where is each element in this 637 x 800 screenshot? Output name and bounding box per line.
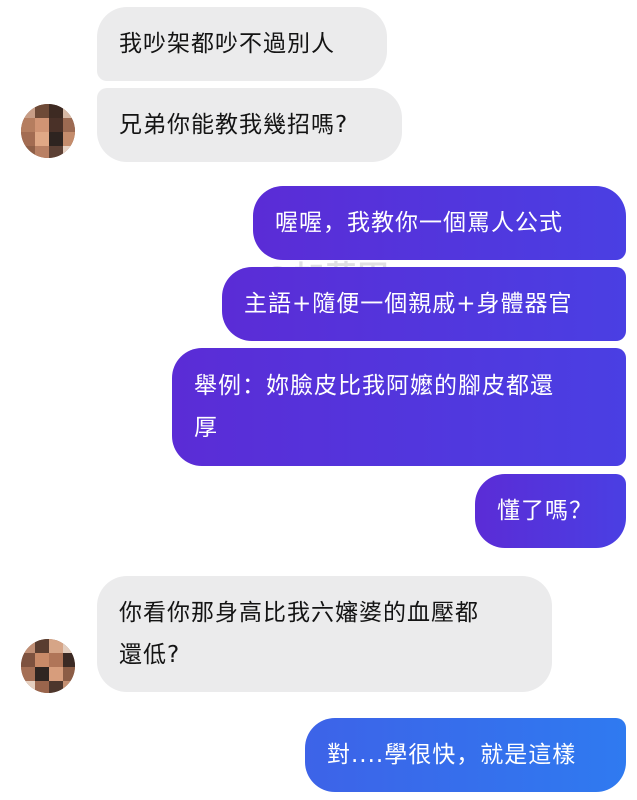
message-text-line: 厚 [194, 415, 218, 441]
message-text: 主語+隨便一個親戚+身體器官 [244, 291, 573, 317]
message-bubble-incoming: 你看你那身高比我六嬸婆的血壓都 還低? [97, 576, 552, 692]
contact-avatar-icon[interactable] [21, 639, 75, 693]
message-text: 對....學很快，就是這樣 [327, 742, 577, 768]
message-text: 喔喔，我教你一個罵人公式 [275, 210, 563, 236]
message-text-line: 你看你那身高比我六嬸婆的血壓都 [119, 600, 479, 626]
message-text-line: 還低? [119, 642, 181, 668]
message-bubble-outgoing: 懂了嗎？ [475, 474, 626, 548]
message-text: 懂了嗎？ [497, 498, 593, 524]
message-bubble-outgoing: 喔喔，我教你一個罵人公式 [253, 186, 626, 260]
message-text: 我吵架都吵不過別人 [119, 31, 335, 57]
contact-avatar-icon[interactable] [21, 104, 75, 158]
message-text-line: 舉例：妳臉皮比我阿嬤的腳皮都還 [194, 373, 554, 399]
message-bubble-outgoing: 主語+隨便一個親戚+身體器官 [222, 267, 626, 341]
message-bubble-outgoing: 對....學很快，就是這樣 [305, 718, 626, 792]
message-bubble-incoming: 兄弟你能教我幾招嗎? [97, 88, 402, 162]
message-text: 兄弟你能教我幾招嗎? [119, 112, 349, 138]
message-bubble-incoming: 我吵架都吵不過別人 [97, 7, 387, 81]
message-bubble-outgoing: 舉例：妳臉皮比我阿嬤的腳皮都還 厚 [172, 348, 626, 466]
